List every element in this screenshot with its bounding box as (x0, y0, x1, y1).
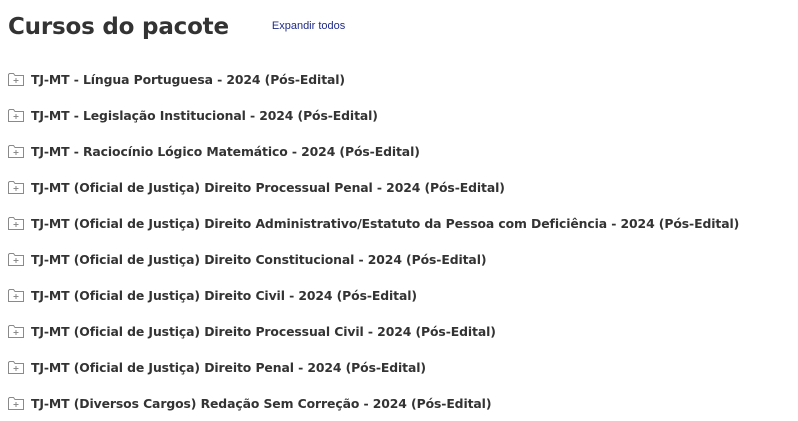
expand-all-link[interactable]: Expandir todos (272, 20, 345, 32)
course-package-header: Cursos do pacote Expandir todos (8, 14, 345, 40)
folder-plus-icon[interactable] (8, 180, 24, 194)
folder-plus-icon[interactable] (8, 216, 24, 230)
folder-plus-icon[interactable] (8, 288, 24, 302)
course-label: TJ-MT (Oficial de Justiça) Direito Penal… (31, 359, 426, 375)
folder-plus-icon[interactable] (8, 72, 24, 86)
course-item[interactable]: TJ-MT (Diversos Cargos) Redação Sem Corr… (8, 385, 739, 421)
course-item[interactable]: TJ-MT - Legislação Institucional - 2024 … (8, 97, 739, 133)
course-label: TJ-MT (Oficial de Justiça) Direito Proce… (31, 323, 496, 339)
folder-plus-icon[interactable] (8, 108, 24, 122)
course-item[interactable]: TJ-MT - Língua Portuguesa - 2024 (Pós-Ed… (8, 61, 739, 97)
course-label: TJ-MT (Oficial de Justiça) Direito Civil… (31, 287, 417, 303)
page-title: Cursos do pacote (8, 14, 229, 40)
course-label: TJ-MT (Oficial de Justiça) Direito Admin… (31, 215, 740, 231)
course-label: TJ-MT - Legislação Institucional - 2024 … (31, 107, 378, 123)
course-item[interactable]: TJ-MT (Oficial de Justiça) Direito Admin… (8, 205, 739, 241)
folder-plus-icon[interactable] (8, 324, 24, 338)
course-item[interactable]: TJ-MT (Oficial de Justiça) Direito Penal… (8, 349, 739, 385)
course-label: TJ-MT (Diversos Cargos) Redação Sem Corr… (31, 395, 492, 411)
folder-plus-icon[interactable] (8, 252, 24, 266)
folder-plus-icon[interactable] (8, 396, 24, 410)
folder-plus-icon[interactable] (8, 144, 24, 158)
folder-plus-icon[interactable] (8, 360, 24, 374)
course-label: TJ-MT (Oficial de Justiça) Direito Proce… (31, 179, 505, 195)
course-item[interactable]: TJ-MT (Oficial de Justiça) Direito Proce… (8, 169, 739, 205)
course-list: TJ-MT - Língua Portuguesa - 2024 (Pós-Ed… (8, 61, 739, 421)
course-label: TJ-MT - Língua Portuguesa - 2024 (Pós-Ed… (31, 71, 345, 87)
course-item[interactable]: TJ-MT - Raciocínio Lógico Matemático - 2… (8, 133, 739, 169)
course-label: TJ-MT - Raciocínio Lógico Matemático - 2… (31, 143, 420, 159)
course-item[interactable]: TJ-MT (Oficial de Justiça) Direito Proce… (8, 313, 739, 349)
course-item[interactable]: TJ-MT (Oficial de Justiça) Direito Civil… (8, 277, 739, 313)
course-item[interactable]: TJ-MT (Oficial de Justiça) Direito Const… (8, 241, 739, 277)
course-label: TJ-MT (Oficial de Justiça) Direito Const… (31, 251, 487, 267)
